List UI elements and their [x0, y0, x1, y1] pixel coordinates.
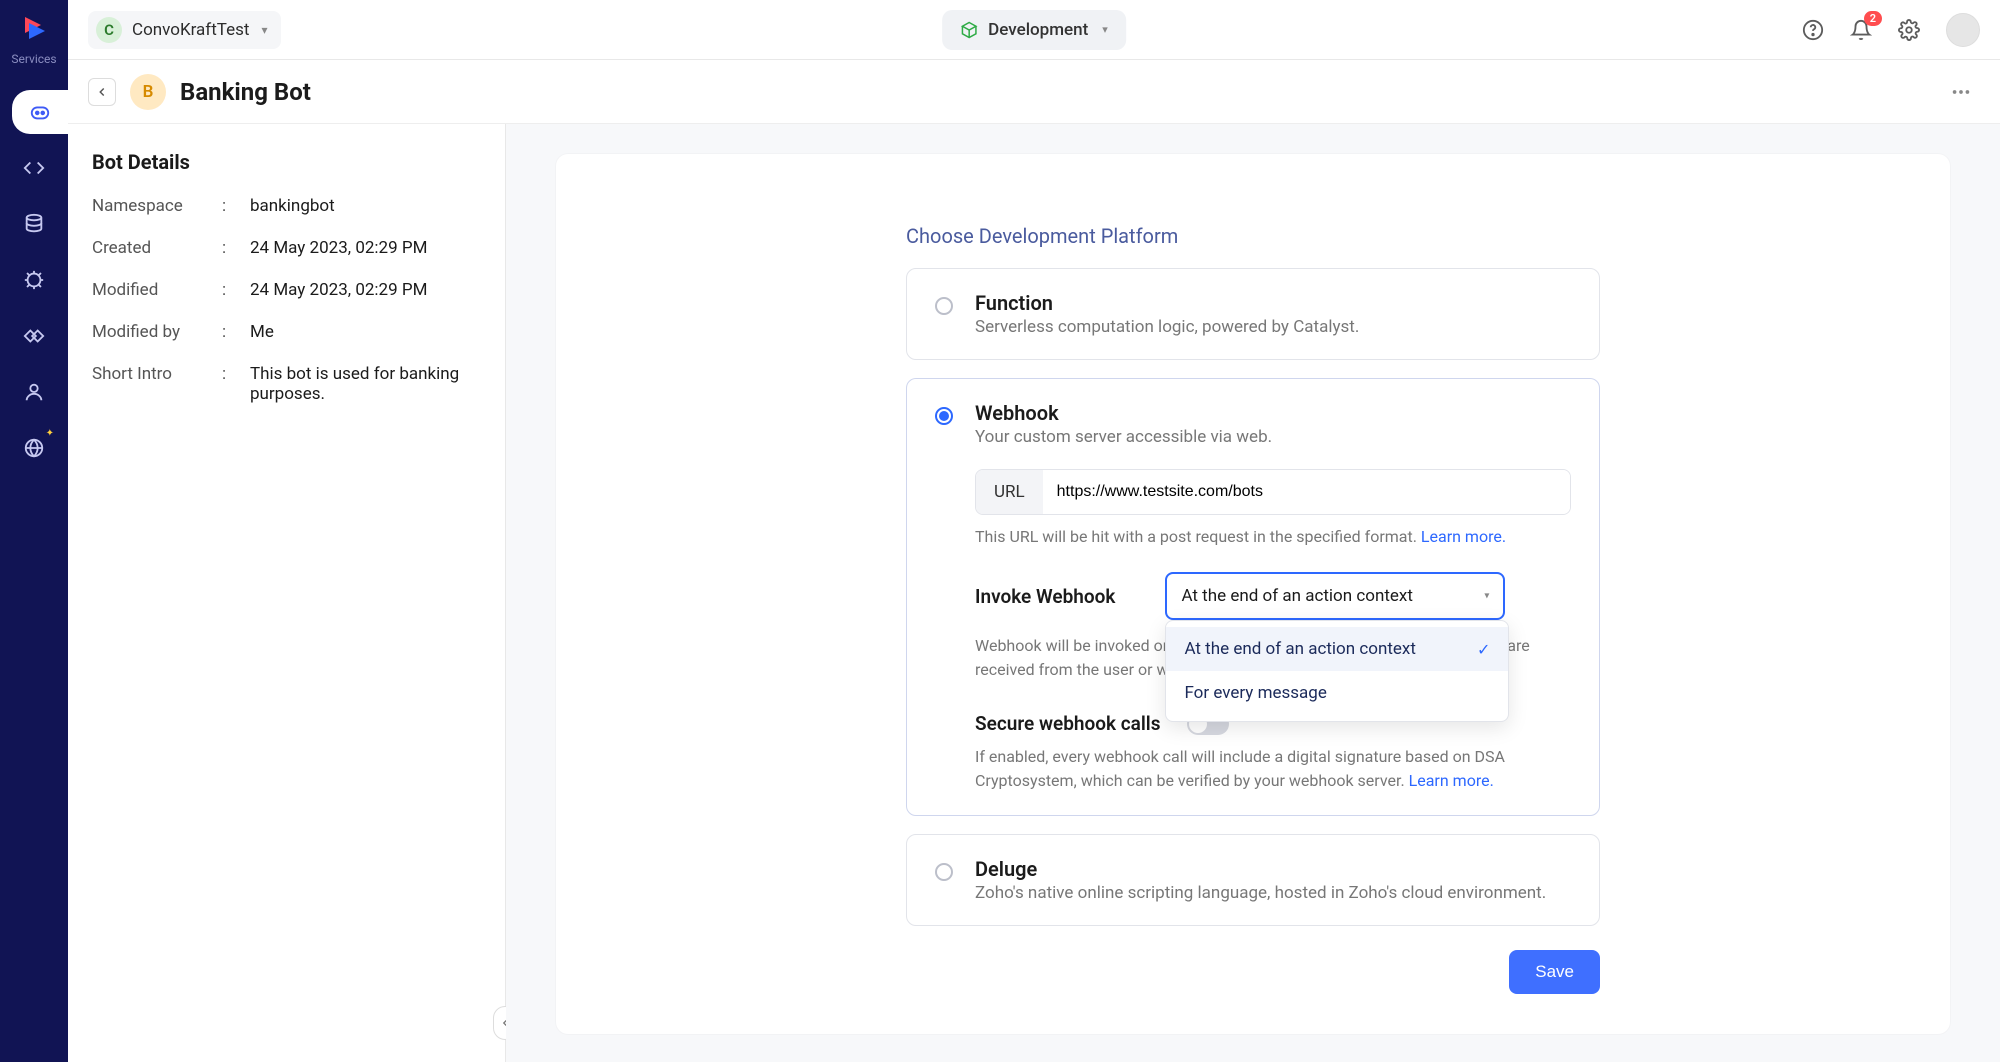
notifications-icon[interactable]: 2: [1850, 19, 1872, 41]
url-helper: This URL will be hit with a post request…: [975, 527, 1571, 546]
main-content-area: Choose Development Platform Function Ser…: [506, 124, 2000, 1062]
chevron-down-icon: ▾: [261, 23, 267, 37]
back-button[interactable]: [88, 78, 116, 106]
radio-webhook[interactable]: [935, 407, 953, 425]
invoke-webhook-dropdown: At the end of an action context ✓ For ev…: [1165, 620, 1509, 722]
user-avatar[interactable]: [1946, 13, 1980, 47]
rail-item-bot[interactable]: [12, 90, 68, 134]
project-selector[interactable]: C ConvoKraftTest ▾: [88, 11, 281, 49]
more-menu-button[interactable]: [1942, 75, 1980, 109]
url-learn-more-link[interactable]: Learn more.: [1421, 527, 1506, 546]
project-avatar: C: [96, 17, 122, 43]
detail-row-modifiedby: Modified by : Me: [92, 322, 481, 342]
top-bar: C ConvoKraftTest ▾ Development ▾ 2: [68, 0, 2000, 60]
project-name: ConvoKraftTest: [132, 20, 249, 40]
detail-row-modified: Modified : 24 May 2023, 02:29 PM: [92, 280, 481, 300]
cube-icon: [960, 21, 978, 39]
secure-helper-text: If enabled, every webhook call will incl…: [975, 745, 1571, 793]
platform-desc: Your custom server accessible via web.: [975, 427, 1571, 447]
dropdown-option-every-message[interactable]: For every message: [1166, 671, 1508, 715]
section-title: Choose Development Platform: [906, 224, 1600, 248]
rail-item-debug[interactable]: [12, 258, 56, 302]
secure-learn-more-link[interactable]: Learn more.: [1409, 771, 1494, 790]
bot-details-panel: Bot Details Namespace : bankingbot Creat…: [68, 124, 506, 1062]
notification-badge: 2: [1864, 11, 1882, 26]
platform-title: Deluge: [975, 857, 1546, 881]
app-logo-icon: [16, 10, 52, 46]
webhook-url-row: URL: [975, 469, 1571, 515]
platform-desc: Zoho's native online scripting language,…: [975, 883, 1546, 903]
environment-selector[interactable]: Development ▾: [942, 10, 1126, 50]
chevron-down-icon: ▾: [1484, 591, 1489, 602]
sparkle-icon: ✦: [46, 428, 54, 439]
left-nav-rail: Services ✦: [0, 0, 68, 1062]
environment-label: Development: [988, 20, 1088, 40]
dropdown-option-end-of-action[interactable]: At the end of an action context ✓: [1166, 627, 1508, 671]
services-label: Services: [11, 52, 56, 66]
radio-function[interactable]: [935, 297, 953, 315]
save-button[interactable]: Save: [1509, 950, 1600, 994]
detail-row-intro: Short Intro : This bot is used for banki…: [92, 364, 481, 404]
platform-title: Webhook: [975, 401, 1571, 425]
page-title: Banking Bot: [180, 78, 311, 106]
settings-icon[interactable]: [1898, 19, 1920, 41]
rail-item-globe[interactable]: ✦: [12, 426, 56, 470]
radio-deluge[interactable]: [935, 863, 953, 881]
check-icon: ✓: [1477, 640, 1490, 659]
platform-option-deluge[interactable]: Deluge Zoho's native online scripting la…: [906, 834, 1600, 926]
detail-row-created: Created : 24 May 2023, 02:29 PM: [92, 238, 481, 258]
invoke-webhook-label: Invoke Webhook: [975, 585, 1115, 608]
rail-item-profile[interactable]: [12, 370, 56, 414]
platform-title: Function: [975, 291, 1359, 315]
rail-item-database[interactable]: [12, 202, 56, 246]
rail-item-code[interactable]: [12, 146, 56, 190]
platform-option-function[interactable]: Function Serverless computation logic, p…: [906, 268, 1600, 360]
content-card: Choose Development Platform Function Ser…: [556, 154, 1950, 1034]
secure-webhook-label: Secure webhook calls: [975, 712, 1161, 735]
webhook-url-input[interactable]: [1043, 470, 1570, 514]
chevron-down-icon: ▾: [1102, 23, 1108, 36]
help-icon[interactable]: [1802, 19, 1824, 41]
url-label: URL: [976, 470, 1043, 514]
page-subheader: B Banking Bot: [68, 60, 2000, 124]
platform-desc: Serverless computation logic, powered by…: [975, 317, 1359, 337]
platform-option-webhook: Webhook Your custom server accessible vi…: [906, 378, 1600, 816]
rail-item-integrations[interactable]: [12, 314, 56, 358]
detail-row-namespace: Namespace : bankingbot: [92, 196, 481, 216]
bot-avatar: B: [130, 74, 166, 110]
details-heading: Bot Details: [92, 150, 481, 174]
invoke-webhook-select[interactable]: At the end of an action context ▾: [1165, 572, 1505, 620]
